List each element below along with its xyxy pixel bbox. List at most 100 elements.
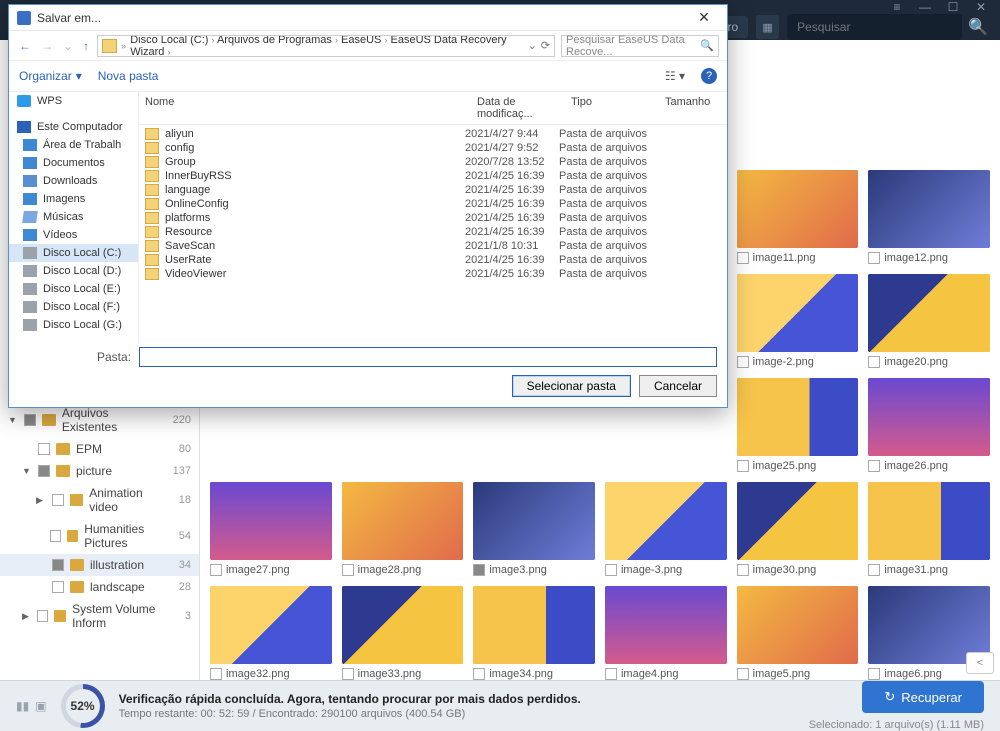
checkbox[interactable] [868,564,880,576]
thumbnail-card[interactable]: image25.png [737,378,859,472]
dialog-sidebar[interactable]: WPS Este ComputadorÁrea de TrabalhDocumen… [9,92,139,343]
window-minimize-icon[interactable]: — [918,0,932,14]
list-row[interactable]: OnlineConfig2021/4/25 16:39Pasta de arqu… [139,197,727,211]
sidebar-item[interactable]: Disco Local (F:) [9,298,138,316]
checkbox[interactable] [868,252,880,264]
app-search-input[interactable] [787,14,962,40]
tree-item[interactable]: landscape28 [0,576,199,598]
sidebar-item[interactable]: Músicas [9,208,138,226]
checkbox[interactable] [737,564,749,576]
window-maximize-icon[interactable]: ☐ [946,0,960,14]
tree-item[interactable]: ▼picture137 [0,460,199,482]
new-folder-button[interactable]: Nova pasta [98,69,159,83]
sidebar-item[interactable]: Documentos [9,154,138,172]
close-icon[interactable]: ✕ [689,9,719,26]
list-row[interactable]: platforms2021/4/25 16:39Pasta de arquivo… [139,211,727,225]
sidebar-item[interactable]: WPS [9,92,138,110]
cancel-button[interactable]: Cancelar [639,375,717,397]
tree-item[interactable]: illustration34 [0,554,199,576]
sidebar-item[interactable]: Disco Local (E:) [9,280,138,298]
nav-back-icon[interactable]: ← [17,39,33,53]
checkbox[interactable] [737,252,749,264]
breadcrumb[interactable]: » Disco Local (C:) › Arquivos de Program… [97,35,555,57]
list-row[interactable]: InnerBuyRSS2021/4/25 16:39Pasta de arqui… [139,169,727,183]
dialog-search[interactable]: Pesquisar EaseUS Data Recove... 🔍 [561,35,719,57]
nav-up-icon[interactable]: ↑ [81,39,91,53]
pause-icon[interactable]: ▮▮ [16,699,29,713]
window-menu-icon[interactable]: ≡ [890,0,904,14]
scroll-chevron-icon[interactable]: < [966,652,994,674]
sidebar-item[interactable]: Imagens [9,190,138,208]
checkbox[interactable] [342,668,354,680]
organize-button[interactable]: Organizar▾ [19,69,82,83]
checkbox[interactable] [473,668,485,680]
thumbnail-card[interactable]: image27.png [210,482,332,576]
breadcrumb-segment[interactable]: Arquivos de Programas [217,35,332,46]
checkbox[interactable] [605,668,617,680]
checkbox[interactable] [605,564,617,576]
thumbnail-card[interactable]: image31.png [868,482,990,576]
thumbnail-card[interactable]: image34.png [473,586,595,680]
thumbnail-card[interactable]: image-3.png [605,482,727,576]
nav-recent-icon[interactable]: ⌄ [61,39,75,53]
list-row[interactable]: SaveScan2021/1/8 10:31Pasta de arquivos [139,239,727,253]
checkbox[interactable] [473,564,485,576]
sidebar-item[interactable]: Disco Local (C:) [9,244,138,262]
window-close-icon[interactable]: ✕ [974,0,988,14]
sidebar-item[interactable]: Área de Trabalh [9,136,138,154]
search-icon[interactable]: 🔍 [700,39,714,52]
list-row[interactable]: language2021/4/25 16:39Pasta de arquivos [139,183,727,197]
sidebar-item[interactable]: Vídeos [9,226,138,244]
thumbnail-card[interactable]: image4.png [605,586,727,680]
select-folder-button[interactable]: Selecionar pasta [512,375,631,397]
tree-item[interactable]: ▶System Volume Inform3 [0,598,199,634]
checkbox[interactable] [737,460,749,472]
thumbnail-card[interactable]: image33.png [342,586,464,680]
breadcrumb-segment[interactable]: Disco Local (C:) [130,35,208,46]
checkbox[interactable] [868,668,880,680]
checkbox[interactable] [737,356,749,368]
thumbnail-card[interactable]: image11.png [737,170,859,264]
sidebar-item[interactable]: Downloads [9,172,138,190]
folder-icon [70,559,84,571]
list-row[interactable]: UserRate2021/4/25 16:39Pasta de arquivos [139,253,727,267]
thumbnail-card[interactable]: image30.png [737,482,859,576]
help-icon[interactable]: ? [701,68,717,84]
checkbox[interactable] [342,564,354,576]
tree-item[interactable]: Humanities Pictures54 [0,518,199,554]
checkbox[interactable] [210,668,222,680]
checkbox[interactable] [868,460,880,472]
nav-forward-icon[interactable]: → [39,39,55,53]
thumbnail-card[interactable]: image26.png [868,378,990,472]
tree-item[interactable]: EPM80 [0,438,199,460]
view-mode-icon[interactable]: ☷ ▾ [665,69,685,83]
tree-item[interactable]: ▶Animation video18 [0,482,199,518]
list-row[interactable]: Group2020/7/28 13:52Pasta de arquivos [139,155,727,169]
checkbox[interactable] [868,356,880,368]
thumbnail-card[interactable]: image5.png [737,586,859,680]
thumbnail-card[interactable]: image32.png [210,586,332,680]
stop-icon[interactable]: ▣ [35,699,46,713]
thumbnail-card[interactable]: image28.png [342,482,464,576]
checkbox[interactable] [737,668,749,680]
thumbnail-card[interactable]: image-2.png [737,274,859,368]
breadcrumb-segment[interactable]: EaseUS [341,35,381,46]
list-row[interactable]: config2021/4/27 9:52Pasta de arquivos [139,141,727,155]
thumbnail-card[interactable]: image3.png [473,482,595,576]
sidebar-item[interactable]: Disco Local (D:) [9,262,138,280]
breadcrumb-dropdown-icon[interactable]: ⌄ [528,39,537,52]
list-row[interactable]: Resource2021/4/25 16:39Pasta de arquivos [139,225,727,239]
list-header[interactable]: Nome Data de modificaç... Tipo Tamanho [139,92,727,125]
list-row[interactable]: VideoViewer2021/4/25 16:39Pasta de arqui… [139,267,727,281]
thumbnail-card[interactable]: image20.png [868,274,990,368]
list-row[interactable]: aliyun2021/4/27 9:44Pasta de arquivos [139,127,727,141]
checkbox[interactable] [210,564,222,576]
thumbnail-card[interactable]: image12.png [868,170,990,264]
refresh-icon[interactable]: ⟳ [541,39,550,52]
folder-input[interactable] [139,347,717,367]
sidebar-item[interactable]: Este Computador [9,118,138,136]
recover-button[interactable]: ↻ Recuperar [862,681,984,713]
search-icon[interactable]: 🔍 [968,17,988,37]
sidebar-item[interactable]: Disco Local (G:) [9,316,138,334]
grid-view-icon[interactable]: ▦ [756,15,779,39]
